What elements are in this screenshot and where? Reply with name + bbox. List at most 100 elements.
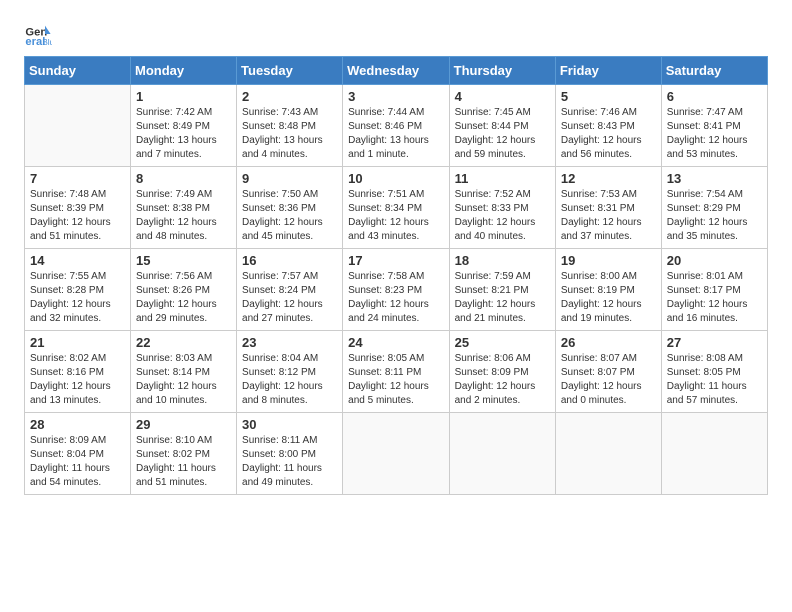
calendar-cell bbox=[661, 413, 767, 495]
calendar-cell: 21 Sunrise: 8:02 AMSunset: 8:16 PMDayligh… bbox=[25, 331, 131, 413]
weekday-header: Sunday bbox=[25, 57, 131, 85]
calendar-cell: 10 Sunrise: 7:51 AMSunset: 8:34 PMDayligh… bbox=[343, 167, 449, 249]
day-number: 24 bbox=[348, 335, 443, 350]
calendar-cell: 30 Sunrise: 8:11 AMSunset: 8:00 PMDayligh… bbox=[237, 413, 343, 495]
day-number: 18 bbox=[455, 253, 550, 268]
day-info: Sunrise: 8:10 AMSunset: 8:02 PMDaylight:… bbox=[136, 434, 231, 490]
day-info: Sunrise: 7:50 AMSunset: 8:36 PMDaylight:… bbox=[242, 188, 337, 244]
day-info: Sunrise: 7:58 AMSunset: 8:23 PMDaylight:… bbox=[348, 270, 443, 326]
calendar-week-row: 1 Sunrise: 7:42 AMSunset: 8:49 PMDaylight… bbox=[25, 85, 768, 167]
calendar-cell: 6Sunrise: 7:47 AMSunset: 8:41 PMDaylight… bbox=[661, 85, 767, 167]
day-info: Sunrise: 7:42 AMSunset: 8:49 PMDaylight:… bbox=[136, 106, 231, 162]
day-info: Sunrise: 7:44 AMSunset: 8:46 PMDaylight:… bbox=[348, 106, 443, 162]
calendar-cell: 27Sunrise: 8:08 AMSunset: 8:05 PMDayligh… bbox=[661, 331, 767, 413]
calendar-cell: 7 Sunrise: 7:48 AMSunset: 8:39 PMDaylight… bbox=[25, 167, 131, 249]
day-number: 9 bbox=[242, 171, 337, 186]
day-number: 30 bbox=[242, 417, 337, 432]
day-info: Sunrise: 7:48 AMSunset: 8:39 PMDaylight:… bbox=[30, 188, 125, 244]
day-number: 3 bbox=[348, 89, 443, 104]
day-info: Sunrise: 8:02 AMSunset: 8:16 PMDaylight:… bbox=[30, 352, 125, 408]
calendar-cell: 13Sunrise: 7:54 AMSunset: 8:29 PMDayligh… bbox=[661, 167, 767, 249]
calendar-cell: 9 Sunrise: 7:50 AMSunset: 8:36 PMDaylight… bbox=[237, 167, 343, 249]
calendar-cell bbox=[449, 413, 555, 495]
logo: Gen eral Blue bbox=[24, 20, 54, 48]
calendar-cell bbox=[555, 413, 661, 495]
day-info: Sunrise: 7:56 AMSunset: 8:26 PMDaylight:… bbox=[136, 270, 231, 326]
weekday-header: Wednesday bbox=[343, 57, 449, 85]
day-number: 11 bbox=[455, 171, 550, 186]
calendar-cell: 18 Sunrise: 7:59 AMSunset: 8:21 PMDayligh… bbox=[449, 249, 555, 331]
weekday-header: Thursday bbox=[449, 57, 555, 85]
day-number: 21 bbox=[30, 335, 125, 350]
day-number: 6 bbox=[667, 89, 762, 104]
calendar-cell: 14 Sunrise: 7:55 AMSunset: 8:28 PMDayligh… bbox=[25, 249, 131, 331]
calendar-cell: 29 Sunrise: 8:10 AMSunset: 8:02 PMDayligh… bbox=[131, 413, 237, 495]
day-number: 12 bbox=[561, 171, 656, 186]
day-number: 8 bbox=[136, 171, 231, 186]
day-number: 19 bbox=[561, 253, 656, 268]
day-number: 22 bbox=[136, 335, 231, 350]
calendar-cell: 11 Sunrise: 7:52 AMSunset: 8:33 PMDayligh… bbox=[449, 167, 555, 249]
day-info: Sunrise: 7:45 AMSunset: 8:44 PMDaylight:… bbox=[455, 106, 550, 162]
day-number: 16 bbox=[242, 253, 337, 268]
day-number: 20 bbox=[667, 253, 762, 268]
day-number: 7 bbox=[30, 171, 125, 186]
day-info: Sunrise: 7:55 AMSunset: 8:28 PMDaylight:… bbox=[30, 270, 125, 326]
day-info: Sunrise: 8:05 AMSunset: 8:11 PMDaylight:… bbox=[348, 352, 443, 408]
calendar-cell bbox=[25, 85, 131, 167]
calendar-cell: 23 Sunrise: 8:04 AMSunset: 8:12 PMDayligh… bbox=[237, 331, 343, 413]
calendar-cell: 12 Sunrise: 7:53 AMSunset: 8:31 PMDayligh… bbox=[555, 167, 661, 249]
calendar-cell: 20 Sunrise: 8:01 AMSunset: 8:17 PMDayligh… bbox=[661, 249, 767, 331]
day-info: Sunrise: 8:11 AMSunset: 8:00 PMDaylight:… bbox=[242, 434, 337, 490]
weekday-header: Tuesday bbox=[237, 57, 343, 85]
day-info: Sunrise: 8:06 AMSunset: 8:09 PMDaylight:… bbox=[455, 352, 550, 408]
day-number: 15 bbox=[136, 253, 231, 268]
day-number: 1 bbox=[136, 89, 231, 104]
calendar-week-row: 21 Sunrise: 8:02 AMSunset: 8:16 PMDayligh… bbox=[25, 331, 768, 413]
weekday-header: Friday bbox=[555, 57, 661, 85]
calendar-week-row: 14 Sunrise: 7:55 AMSunset: 8:28 PMDayligh… bbox=[25, 249, 768, 331]
day-info: Sunrise: 7:49 AMSunset: 8:38 PMDaylight:… bbox=[136, 188, 231, 244]
svg-text:Blue: Blue bbox=[42, 37, 52, 47]
day-number: 13 bbox=[667, 171, 762, 186]
day-info: Sunrise: 7:59 AMSunset: 8:21 PMDaylight:… bbox=[455, 270, 550, 326]
calendar-cell: 19Sunrise: 8:00 AMSunset: 8:19 PMDayligh… bbox=[555, 249, 661, 331]
calendar-cell: 5Sunrise: 7:46 AMSunset: 8:43 PMDaylight… bbox=[555, 85, 661, 167]
day-number: 17 bbox=[348, 253, 443, 268]
day-info: Sunrise: 7:51 AMSunset: 8:34 PMDaylight:… bbox=[348, 188, 443, 244]
day-info: Sunrise: 8:04 AMSunset: 8:12 PMDaylight:… bbox=[242, 352, 337, 408]
day-info: Sunrise: 8:09 AMSunset: 8:04 PMDaylight:… bbox=[30, 434, 125, 490]
weekday-header: Saturday bbox=[661, 57, 767, 85]
day-number: 25 bbox=[455, 335, 550, 350]
day-info: Sunrise: 7:53 AMSunset: 8:31 PMDaylight:… bbox=[561, 188, 656, 244]
day-number: 14 bbox=[30, 253, 125, 268]
day-number: 26 bbox=[561, 335, 656, 350]
day-number: 23 bbox=[242, 335, 337, 350]
day-number: 4 bbox=[455, 89, 550, 104]
day-number: 2 bbox=[242, 89, 337, 104]
calendar-cell: 8 Sunrise: 7:49 AMSunset: 8:38 PMDaylight… bbox=[131, 167, 237, 249]
calendar-week-row: 7 Sunrise: 7:48 AMSunset: 8:39 PMDaylight… bbox=[25, 167, 768, 249]
calendar-cell: 16Sunrise: 7:57 AMSunset: 8:24 PMDayligh… bbox=[237, 249, 343, 331]
calendar-table: SundayMondayTuesdayWednesdayThursdayFrid… bbox=[24, 56, 768, 495]
day-info: Sunrise: 8:08 AMSunset: 8:05 PMDaylight:… bbox=[667, 352, 762, 408]
calendar-cell: 26 Sunrise: 8:07 AMSunset: 8:07 PMDayligh… bbox=[555, 331, 661, 413]
day-info: Sunrise: 7:43 AMSunset: 8:48 PMDaylight:… bbox=[242, 106, 337, 162]
day-number: 28 bbox=[30, 417, 125, 432]
day-info: Sunrise: 8:03 AMSunset: 8:14 PMDaylight:… bbox=[136, 352, 231, 408]
calendar-cell: 1 Sunrise: 7:42 AMSunset: 8:49 PMDaylight… bbox=[131, 85, 237, 167]
calendar-cell: 28 Sunrise: 8:09 AMSunset: 8:04 PMDayligh… bbox=[25, 413, 131, 495]
day-number: 5 bbox=[561, 89, 656, 104]
day-info: Sunrise: 8:01 AMSunset: 8:17 PMDaylight:… bbox=[667, 270, 762, 326]
calendar-header-row: SundayMondayTuesdayWednesdayThursdayFrid… bbox=[25, 57, 768, 85]
calendar-cell: 15 Sunrise: 7:56 AMSunset: 8:26 PMDayligh… bbox=[131, 249, 237, 331]
calendar-cell: 4 Sunrise: 7:45 AMSunset: 8:44 PMDaylight… bbox=[449, 85, 555, 167]
day-number: 29 bbox=[136, 417, 231, 432]
day-number: 10 bbox=[348, 171, 443, 186]
logo-icon: Gen eral Blue bbox=[24, 20, 52, 48]
calendar-cell: 2 Sunrise: 7:43 AMSunset: 8:48 PMDaylight… bbox=[237, 85, 343, 167]
day-info: Sunrise: 7:52 AMSunset: 8:33 PMDaylight:… bbox=[455, 188, 550, 244]
day-info: Sunrise: 8:07 AMSunset: 8:07 PMDaylight:… bbox=[561, 352, 656, 408]
page-header: Gen eral Blue bbox=[24, 20, 768, 48]
weekday-header: Monday bbox=[131, 57, 237, 85]
